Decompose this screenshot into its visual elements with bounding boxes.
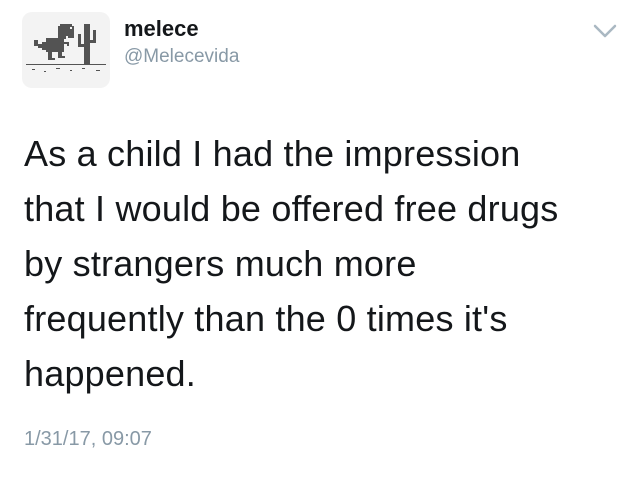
- pixel-dinosaur-icon: [26, 24, 106, 72]
- chevron-down-icon: [593, 24, 617, 38]
- tweet-card: melece @Melecevida As a child I had the …: [0, 0, 640, 477]
- avatar[interactable]: [22, 12, 110, 88]
- display-name[interactable]: melece: [124, 16, 199, 42]
- user-handle[interactable]: @Melecevida: [124, 46, 239, 68]
- tweet-menu-button[interactable]: [592, 22, 618, 40]
- tweet-text: As a child I had the impression that I w…: [24, 133, 559, 394]
- timestamp[interactable]: 1/31/17, 09:07: [24, 428, 152, 451]
